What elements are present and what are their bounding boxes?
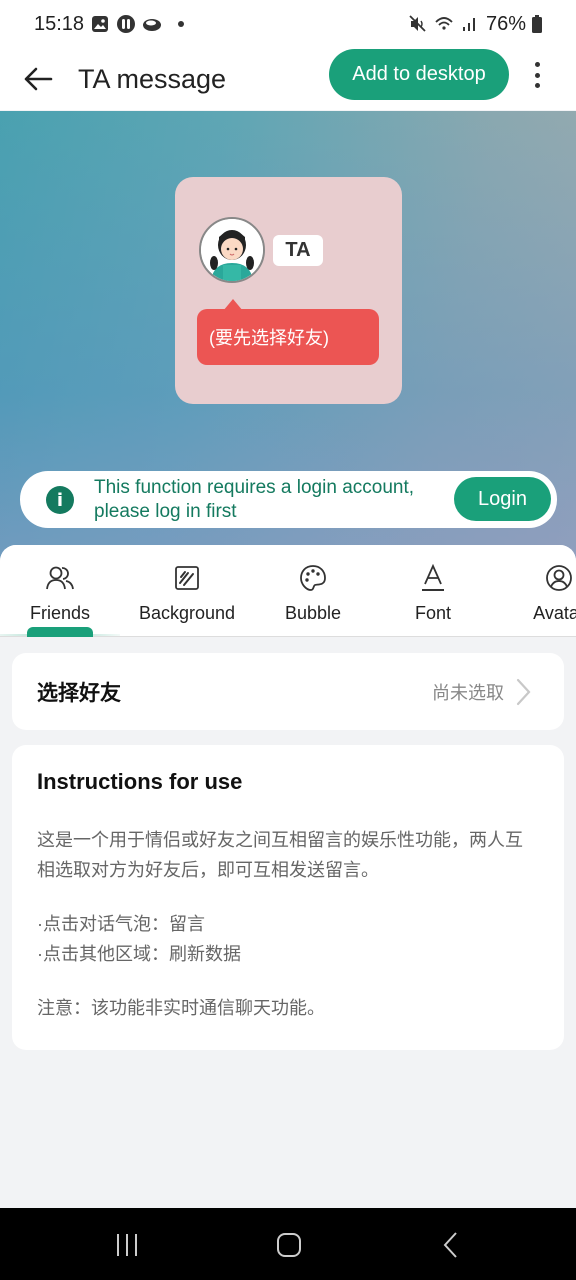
mute-icon xyxy=(409,15,426,32)
status-bar: 15:18 76% xyxy=(0,0,576,48)
tab-font[interactable]: Font xyxy=(403,545,463,637)
status-right: 76% xyxy=(408,13,542,36)
instructions-paragraph: 这是一个用于情侣或好友之间互相留言的娱乐性功能，两人互相选取对方为好友后，即可互… xyxy=(37,830,523,880)
arrow-left-icon xyxy=(24,67,53,91)
active-tab-indicator xyxy=(27,627,93,637)
instructions-bullet: ·点击对话气泡：留言 xyxy=(37,914,205,934)
font-icon xyxy=(418,563,448,593)
dot-icon xyxy=(178,21,185,27)
select-friend-value: 尚未选取 xyxy=(432,682,504,703)
tab-label: Bubble xyxy=(284,603,342,623)
more-vertical-icon xyxy=(534,62,540,67)
tab-avatar[interactable]: Avatar xyxy=(524,545,576,637)
tab-background[interactable]: Background xyxy=(132,545,242,637)
tab-label: Friends xyxy=(29,603,91,623)
tab-label: Avatar xyxy=(533,603,576,623)
system-nav-bar xyxy=(0,1208,576,1280)
settings-sheet: Friends Background Bubble Font Avatar xyxy=(0,545,576,1208)
friends-icon xyxy=(45,563,75,593)
girl-avatar xyxy=(199,217,265,283)
back-nav-icon[interactable] xyxy=(436,1230,466,1260)
chevron-right-icon xyxy=(516,678,531,705)
status-time: 15:18 xyxy=(34,12,85,35)
cloud-icon xyxy=(143,19,162,31)
message-widget[interactable]: TA (要先选择好友) xyxy=(175,177,402,404)
add-to-desktop-button[interactable]: Add to desktop xyxy=(329,49,509,100)
tab-bubble[interactable]: Bubble xyxy=(278,545,348,637)
app-icon xyxy=(117,15,136,33)
info-icon: i xyxy=(46,486,74,514)
login-banner: i This function requires a login account… xyxy=(20,471,557,528)
more-options-button[interactable] xyxy=(525,60,549,90)
battery-percent: 76% xyxy=(485,12,526,35)
select-friend-row[interactable]: 选择好友 尚未选取 xyxy=(12,653,564,730)
signal-icon xyxy=(462,18,475,31)
instructions-card: Instructions for use 这是一个用于情侣或好友之间互相留言的娱… xyxy=(12,745,564,1050)
avatar-icon xyxy=(544,563,574,593)
background-icon xyxy=(172,563,202,593)
tab-bar: Friends Background Bubble Font Avatar xyxy=(0,545,576,637)
instructions-title: Instructions for use xyxy=(37,769,243,794)
status-left: 15:18 xyxy=(34,12,185,36)
instructions-note: 注意：该功能非实时通信聊天功能。 xyxy=(37,998,325,1018)
instructions-bullet: ·点击其他区域：刷新数据 xyxy=(37,944,241,964)
home-icon[interactable] xyxy=(274,1230,304,1260)
name-tag: TA xyxy=(273,235,323,266)
battery-icon xyxy=(532,15,542,33)
tab-friends[interactable]: Friends xyxy=(20,545,100,637)
tab-label: Font xyxy=(414,603,452,623)
palette-icon xyxy=(298,563,328,593)
tab-label: Background xyxy=(138,603,236,623)
wifi-icon xyxy=(435,17,453,30)
message-bubble[interactable]: (要先选择好友) xyxy=(197,309,379,365)
gallery-icon xyxy=(92,16,109,32)
select-friend-label: 选择好友 xyxy=(37,681,121,705)
page-title: TA message xyxy=(78,63,227,94)
back-button[interactable] xyxy=(18,59,58,99)
login-message: This function requires a login account, … xyxy=(94,477,415,522)
avatar-illustration-icon xyxy=(201,219,263,281)
app-bar: TA message Add to desktop xyxy=(0,48,576,110)
recent-apps-icon[interactable] xyxy=(112,1230,142,1260)
login-button[interactable]: Login xyxy=(454,477,551,521)
